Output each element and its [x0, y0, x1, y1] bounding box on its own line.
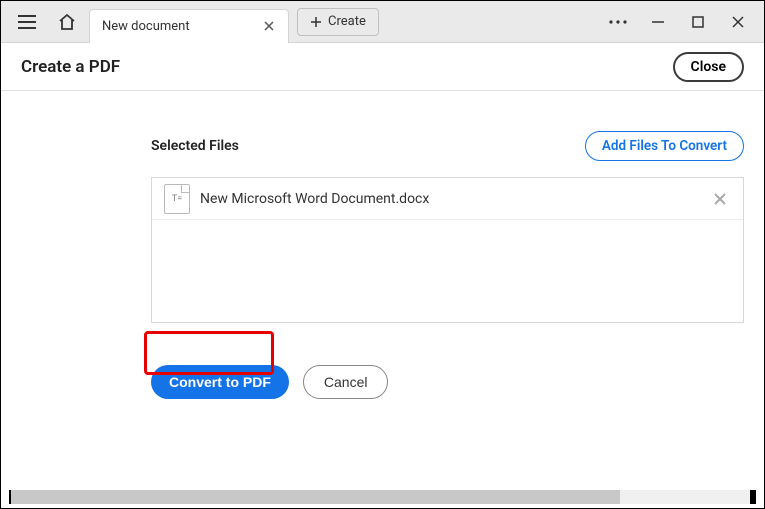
horizontal-scrollbar[interactable] — [11, 490, 754, 504]
convert-button[interactable]: Convert to PDF — [151, 365, 289, 399]
document-icon: T= — [164, 184, 190, 214]
add-files-button[interactable]: Add Files To Convert — [585, 131, 744, 161]
page-title: Create a PDF — [21, 57, 120, 77]
home-icon[interactable] — [47, 4, 87, 40]
close-button[interactable]: Close — [673, 52, 744, 82]
file-name: New Microsoft Word Document.docx — [200, 191, 709, 207]
document-tab[interactable]: New document — [89, 9, 289, 43]
selected-files-label: Selected Files — [151, 138, 239, 154]
tab-close-icon[interactable] — [260, 17, 278, 35]
selected-files-header: Selected Files Add Files To Convert — [151, 131, 744, 161]
maximize-icon[interactable] — [678, 4, 718, 40]
tab-title: New document — [102, 19, 260, 34]
minimize-icon[interactable] — [638, 4, 678, 40]
create-label: Create — [328, 14, 366, 29]
plus-icon — [310, 16, 322, 28]
scrollbar-cap-right — [750, 490, 756, 504]
titlebar: New document Create — [1, 1, 764, 43]
file-list-panel: T= New Microsoft Word Document.docx — [151, 177, 744, 323]
content-area: Selected Files Add Files To Convert T= N… — [1, 91, 764, 399]
more-icon[interactable] — [598, 4, 638, 40]
create-button[interactable]: Create — [297, 8, 379, 36]
close-icon[interactable] — [718, 4, 758, 40]
action-row: Convert to PDF Cancel — [151, 365, 744, 399]
scrollbar-thumb[interactable] — [11, 490, 620, 504]
file-row[interactable]: T= New Microsoft Word Document.docx — [152, 178, 743, 220]
remove-file-icon[interactable] — [709, 188, 731, 210]
page-header: Create a PDF Close — [1, 43, 764, 91]
window-controls — [598, 4, 758, 40]
cancel-button[interactable]: Cancel — [303, 365, 389, 399]
menu-icon[interactable] — [7, 4, 47, 40]
